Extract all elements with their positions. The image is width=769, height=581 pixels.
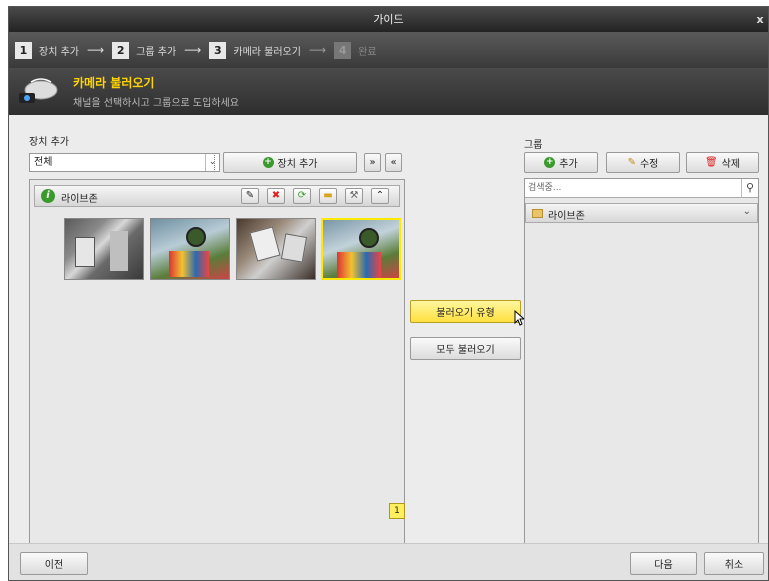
add-group-label: 추가 [559,159,578,170]
page-subtitle: 채널을 선택하시고 그룹으로 도입하세요 [73,98,239,109]
info-icon: i [41,189,55,203]
pencil-icon: ✎ [627,157,636,168]
search-placeholder: 검색중... [528,183,562,193]
next-label: 다음 [654,560,673,571]
camera-icon [19,78,58,103]
plus-circle-icon: + [544,157,556,168]
prev-label: 이전 [44,560,64,571]
import-all-button[interactable]: 모두 불러오기 [410,337,521,360]
import-type-button[interactable]: 불러오기 유형 [410,300,521,323]
step-label: 장치 추가 [39,46,79,58]
trash-icon: 🗑 [704,157,718,168]
device-section-label: 장치 추가 [29,137,69,148]
page-number[interactable]: 1 [389,503,405,519]
step-3: 3 카메라 불러오기 [209,41,301,59]
camera-thumbnail[interactable] [64,218,144,280]
delete-group-label: 삭제 [721,159,741,170]
step-bar: 1 장치 추가 ⟶ 2 그룹 추가 ⟶ 3 카메라 불러오기 ⟶ 4 완료 [9,32,768,68]
arrow-right-icon: ⟶ [184,43,202,57]
device-panel: i 라이브존 ✎ ✖ ⟳ ▬ ⚒ ⌃ [29,179,405,549]
device-filter-select[interactable]: 전체 ⌄ [29,153,220,172]
folder-icon [532,209,543,218]
refresh-icon[interactable]: ⟳ [293,188,311,204]
group-panel: 검색중... ⚲ 라이브존 ⌄ [524,178,759,549]
expand-all-button[interactable]: » [364,153,381,172]
title-bar: 가이드 x [9,7,768,32]
device-name: 라이브존 [61,194,98,205]
add-device-label: 장치 추가 [277,159,318,170]
edit-icon[interactable]: ✎ [241,188,259,204]
wrench-icon[interactable]: ⚒ [345,188,363,204]
search-icon[interactable]: ⚲ [741,179,758,198]
page-title: 카메라 불러오기 [73,76,155,90]
step-4: 4 완료 [334,41,377,59]
prev-button[interactable]: 이전 [20,552,88,575]
camera-thumbnail-selected[interactable] [321,218,401,280]
folder-icon[interactable]: ▬ [319,188,337,204]
camera-thumbnail[interactable] [150,218,230,280]
group-list-item[interactable]: 라이브존 ⌄ [525,203,758,223]
add-device-button[interactable]: + 장치 추가 [223,152,357,173]
group-section-label: 그룹 [524,140,543,151]
chevron-down-icon[interactable]: ⌄ [205,154,219,171]
window-title: 가이드 [373,13,404,26]
divider [214,153,216,172]
arrow-right-icon: ⟶ [308,43,327,57]
camera-thumbnail[interactable] [236,218,316,280]
next-button[interactable]: 다음 [630,552,697,575]
edit-group-label: 수정 [639,159,659,170]
guide-window: 가이드 x 1 장치 추가 ⟶ 2 그룹 추가 ⟶ 3 카메라 불러오기 ⟶ 4… [8,6,769,581]
add-group-button[interactable]: + 추가 [524,152,598,173]
plus-circle-icon: + [262,157,274,168]
device-group-header[interactable]: i 라이브존 ✎ ✖ ⟳ ▬ ⚒ ⌃ [34,185,400,207]
step-number: 3 [209,41,227,59]
step-1: 1 장치 추가 [15,41,79,59]
step-number: 2 [112,41,130,59]
step-number: 4 [334,41,352,59]
delete-circle-icon[interactable]: ✖ [267,188,285,204]
step-2: 2 그룹 추가 [112,41,177,59]
close-icon[interactable]: x [752,7,768,32]
page-header: 카메라 불러오기 채널을 선택하시고 그룹으로 도입하세요 [9,68,768,115]
double-chevron-up-icon: « [390,157,397,168]
double-chevron-down-icon: » [369,157,376,168]
delete-group-button[interactable]: 🗑 삭제 [686,152,759,173]
step-label: 그룹 추가 [136,46,177,58]
chevron-down-icon[interactable]: ⌄ [743,206,751,217]
arrow-right-icon: ⟶ [86,43,105,57]
chevron-up-icon[interactable]: ⌃ [371,188,389,204]
group-search-input[interactable]: 검색중... ⚲ [525,179,758,198]
cancel-label: 취소 [724,560,744,571]
cancel-button[interactable]: 취소 [704,552,764,575]
group-name: 라이브존 [548,211,585,222]
step-label: 카메라 불러오기 [233,46,301,58]
step-number: 1 [15,41,32,59]
edit-group-button[interactable]: ✎ 수정 [606,152,680,173]
import-type-label: 불러오기 유형 [436,308,495,319]
device-filter-value: 전체 [34,157,53,168]
step-label: 완료 [358,46,377,58]
collapse-all-button[interactable]: « [385,153,402,172]
import-all-label: 모두 불러오기 [436,345,495,356]
